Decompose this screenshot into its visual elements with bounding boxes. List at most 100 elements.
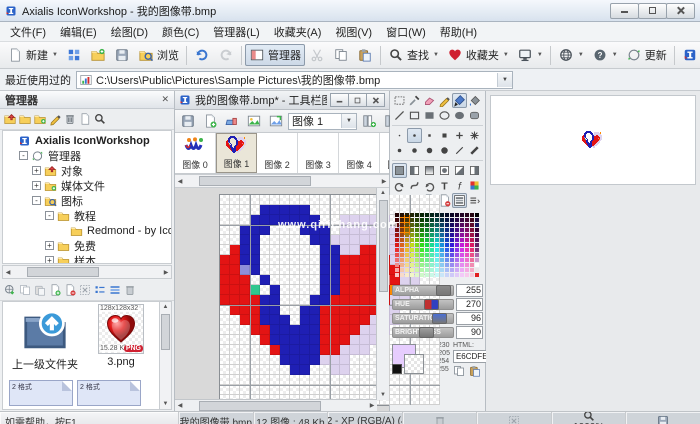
- pixel-cell[interactable]: [250, 245, 260, 255]
- pixel-cell[interactable]: [360, 315, 370, 325]
- pixel-cell[interactable]: [330, 365, 340, 375]
- palette-cell[interactable]: [445, 258, 449, 262]
- favorites-button[interactable]: 收藏夹 ▼: [443, 44, 513, 66]
- palette-cell[interactable]: [465, 253, 469, 257]
- palette-cell[interactable]: [460, 273, 464, 277]
- pixel-cell[interactable]: [300, 255, 310, 265]
- palette-cell[interactable]: [435, 223, 439, 227]
- pixel-cell[interactable]: [330, 375, 340, 385]
- slider-hue-value[interactable]: 270: [456, 298, 483, 311]
- palette-cell[interactable]: [475, 213, 479, 217]
- pixel-cell[interactable]: [270, 275, 280, 285]
- pixel-cell[interactable]: [310, 315, 320, 325]
- pixel-cell[interactable]: [360, 245, 370, 255]
- palette-cell[interactable]: [405, 248, 409, 252]
- pixel-cell[interactable]: [430, 365, 440, 375]
- palette-cell[interactable]: [410, 258, 414, 262]
- pixel-cell[interactable]: [230, 305, 240, 315]
- pixel-cell[interactable]: [280, 355, 290, 365]
- copy-small-icon[interactable]: [19, 284, 31, 296]
- pixel-cell[interactable]: [350, 235, 360, 245]
- pixel-cell[interactable]: [350, 255, 360, 265]
- pixel-cell[interactable]: [320, 255, 330, 265]
- pixel-cell[interactable]: [290, 305, 300, 315]
- pixel-cell[interactable]: [360, 275, 370, 285]
- pixel-cell[interactable]: [360, 305, 370, 315]
- pixel-cell[interactable]: [240, 355, 250, 365]
- pixel-cell[interactable]: [270, 205, 280, 215]
- pixel-cell[interactable]: [240, 335, 250, 345]
- pixel-cell[interactable]: [290, 315, 300, 325]
- palette-cell[interactable]: [415, 238, 419, 242]
- pixel-cell[interactable]: [320, 205, 330, 215]
- sq-2-tool[interactable]: [422, 128, 437, 143]
- pixel-cell[interactable]: [220, 345, 230, 355]
- pixel-cell[interactable]: [390, 385, 400, 395]
- palette-cell[interactable]: [465, 223, 469, 227]
- pixel-cell[interactable]: [290, 285, 300, 295]
- pixel-cell[interactable]: [220, 385, 230, 395]
- palette-cell[interactable]: [470, 228, 474, 232]
- redo-button[interactable]: [214, 44, 238, 66]
- pixel-cell[interactable]: [400, 395, 410, 405]
- pixel-cell[interactable]: [250, 375, 260, 385]
- slider-saturation-handle[interactable]: [432, 313, 447, 324]
- pixel-cell[interactable]: [260, 225, 270, 235]
- pixel-cell[interactable]: [300, 355, 310, 365]
- pixel-cell[interactable]: [260, 355, 270, 365]
- pixel-cell[interactable]: [260, 295, 270, 305]
- tree-item-8[interactable]: +样本: [3, 253, 171, 264]
- pixel-cell[interactable]: [330, 205, 340, 215]
- palette-cell[interactable]: [445, 253, 449, 257]
- pixel-cell[interactable]: [400, 375, 410, 385]
- palette-cell[interactable]: [440, 243, 444, 247]
- maximize-button[interactable]: [638, 3, 667, 19]
- pixel-cell[interactable]: [280, 325, 290, 335]
- palette-cell[interactable]: [435, 218, 439, 222]
- palette-cell[interactable]: [440, 238, 444, 242]
- pixel-cell[interactable]: [250, 295, 260, 305]
- web-dropdown-icon[interactable]: ▼: [578, 52, 584, 58]
- palette-cell[interactable]: [470, 268, 474, 272]
- mode-diag-tool[interactable]: [452, 163, 467, 178]
- pixel-cell[interactable]: [230, 325, 240, 335]
- tree-item-4[interactable]: -图标: [3, 193, 171, 208]
- pixel-cell[interactable]: [300, 265, 310, 275]
- palette-cell[interactable]: [400, 218, 404, 222]
- pixel-cell[interactable]: [240, 275, 250, 285]
- pixel-cell[interactable]: [260, 315, 270, 325]
- text-tool-tool[interactable]: T: [437, 178, 452, 193]
- mode-radial-tool[interactable]: [437, 163, 452, 178]
- pixel-cell[interactable]: [300, 365, 310, 375]
- palette-cell[interactable]: [425, 228, 429, 232]
- palette-cell[interactable]: [435, 253, 439, 257]
- palette-cell[interactable]: [440, 263, 444, 267]
- help-button[interactable]: ? ▼: [588, 44, 622, 66]
- help-dropdown-icon[interactable]: ▼: [612, 52, 618, 58]
- pixel-cell[interactable]: [290, 255, 300, 265]
- palette-cell[interactable]: [405, 218, 409, 222]
- palette-cell[interactable]: [475, 233, 479, 237]
- palette-cell[interactable]: [415, 258, 419, 262]
- pixel-cell[interactable]: [280, 375, 290, 385]
- palette-cell[interactable]: [410, 233, 414, 237]
- pixel-cell[interactable]: [280, 345, 290, 355]
- update-button[interactable]: 更新: [622, 44, 671, 66]
- mode-half-tool[interactable]: [407, 163, 422, 178]
- palette-cell[interactable]: [425, 218, 429, 222]
- pixel-cell[interactable]: [360, 345, 370, 355]
- palette-cell[interactable]: [405, 213, 409, 217]
- pixel-cell[interactable]: [280, 335, 290, 345]
- dot-6-tool[interactable]: [437, 143, 452, 158]
- pixel-cell[interactable]: [290, 365, 300, 375]
- pixel-cell[interactable]: [300, 275, 310, 285]
- palette-cell[interactable]: [435, 258, 439, 262]
- tree-item-2[interactable]: +对象: [3, 163, 171, 178]
- menu-item-8[interactable]: 帮助(H): [433, 22, 484, 42]
- palette-cell[interactable]: [395, 248, 399, 252]
- flip-tool[interactable]: [407, 178, 422, 193]
- palette-cell[interactable]: [420, 233, 424, 237]
- pixel-cell[interactable]: [300, 315, 310, 325]
- pixel-cell[interactable]: [340, 345, 350, 355]
- palette-cell[interactable]: [460, 243, 464, 247]
